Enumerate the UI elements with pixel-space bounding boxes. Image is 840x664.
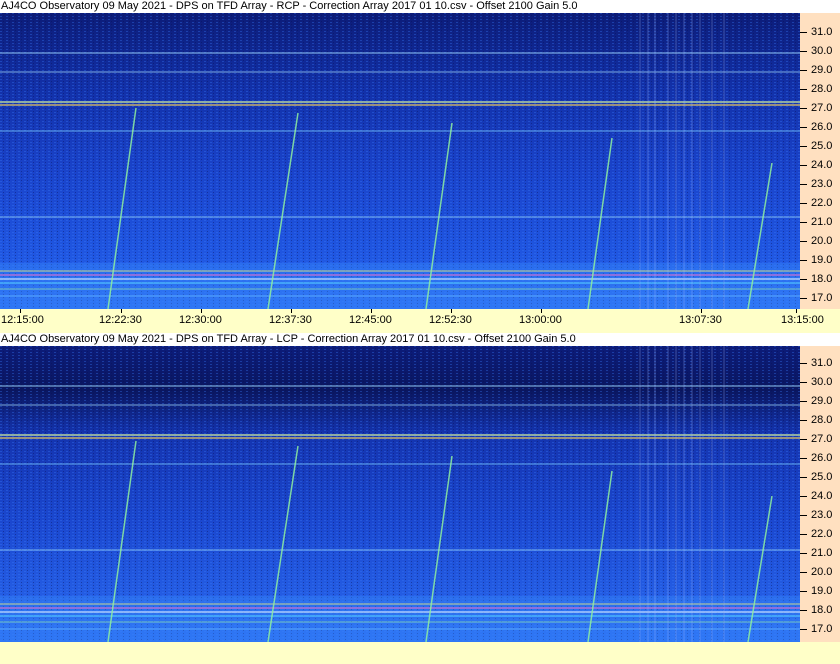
freq-axis-lcp: 31.0 30.0 29.0 28.0 27.0 26.0 25.0 24.0 … — [800, 346, 840, 642]
freq-label: 26.0 — [811, 452, 833, 464]
freq-label: 18.0 — [811, 273, 833, 285]
time-label: 13:15:00 — [781, 314, 824, 326]
freq-label: 28.0 — [811, 83, 833, 95]
freq-label: 30.0 — [811, 376, 833, 388]
time-label: 12:30:00 — [179, 314, 222, 326]
freq-label: 19.0 — [811, 254, 833, 266]
freq-label: 25.0 — [811, 471, 833, 483]
freq-label: 30.0 — [811, 45, 833, 57]
time-axis: 12:15:00 12:22:30 12:30:00 12:37:30 12:4… — [0, 309, 840, 333]
freq-label: 21.0 — [811, 216, 833, 228]
freq-label: 23.0 — [811, 509, 833, 521]
freq-label: 23.0 — [811, 178, 833, 190]
time-label: 13:07:30 — [679, 314, 722, 326]
freq-label: 24.0 — [811, 159, 833, 171]
spectrogram-image-rcp — [0, 13, 800, 309]
freq-label: 22.0 — [811, 528, 833, 540]
freq-label: 29.0 — [811, 395, 833, 407]
panel-title-lcp: AJ4CO Observatory 09 May 2021 - DPS on T… — [0, 333, 840, 346]
freq-label: 17.0 — [811, 292, 833, 304]
time-label: 12:45:00 — [349, 314, 392, 326]
spectrogram-rcp — [0, 13, 800, 309]
freq-label: 28.0 — [811, 414, 833, 426]
freq-label: 22.0 — [811, 197, 833, 209]
freq-axis-rcp: 31.0 30.0 29.0 28.0 27.0 26.0 25.0 24.0 … — [800, 13, 840, 309]
time-label: 12:15:00 — [1, 314, 44, 326]
freq-label: 27.0 — [811, 102, 833, 114]
panel-title-rcp: AJ4CO Observatory 09 May 2021 - DPS on T… — [0, 0, 840, 13]
freq-label: 27.0 — [811, 433, 833, 445]
spectrogram-lcp — [0, 346, 800, 642]
freq-label: 24.0 — [811, 490, 833, 502]
freq-label: 31.0 — [811, 26, 833, 38]
spectrogram-image-lcp — [0, 346, 800, 642]
freq-label: 20.0 — [811, 566, 833, 578]
time-label: 12:52:30 — [429, 314, 472, 326]
time-label: 13:00:00 — [519, 314, 562, 326]
freq-label: 18.0 — [811, 604, 833, 616]
time-axis-bottom — [0, 642, 840, 664]
time-label: 12:37:30 — [269, 314, 312, 326]
freq-label: 26.0 — [811, 121, 833, 133]
freq-label: 17.0 — [811, 623, 833, 635]
time-label: 12:22:30 — [99, 314, 142, 326]
freq-label: 29.0 — [811, 64, 833, 76]
freq-label: 31.0 — [811, 357, 833, 369]
freq-label: 21.0 — [811, 547, 833, 559]
freq-label: 25.0 — [811, 140, 833, 152]
freq-label: 19.0 — [811, 585, 833, 597]
freq-label: 20.0 — [811, 235, 833, 247]
